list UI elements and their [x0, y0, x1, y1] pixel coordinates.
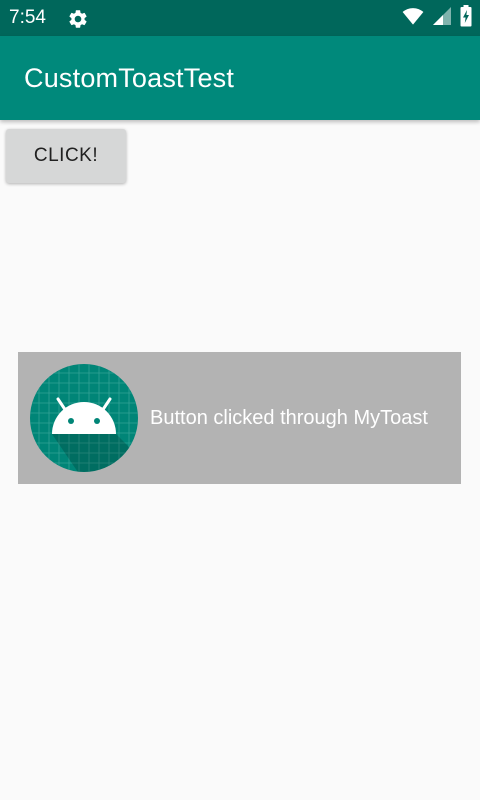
screen: 7:54 CustomToastTest CLICK! Button click… — [0, 0, 480, 800]
status-time: 7:54 — [9, 7, 46, 28]
toast: Button clicked through MyToast — [18, 352, 461, 484]
android-launcher-icon — [30, 364, 138, 472]
status-bar: 7:54 — [0, 0, 480, 36]
cell-signal-icon — [432, 6, 452, 31]
wifi-icon — [402, 6, 424, 31]
status-icons — [402, 4, 472, 32]
app-bar: CustomToastTest — [0, 36, 480, 120]
app-title: CustomToastTest — [24, 63, 235, 93]
battery-charging-icon — [460, 4, 472, 32]
toast-message: Button clicked through MyToast — [150, 407, 428, 429]
click-button[interactable]: CLICK! — [6, 129, 126, 183]
gear-icon — [67, 8, 89, 30]
